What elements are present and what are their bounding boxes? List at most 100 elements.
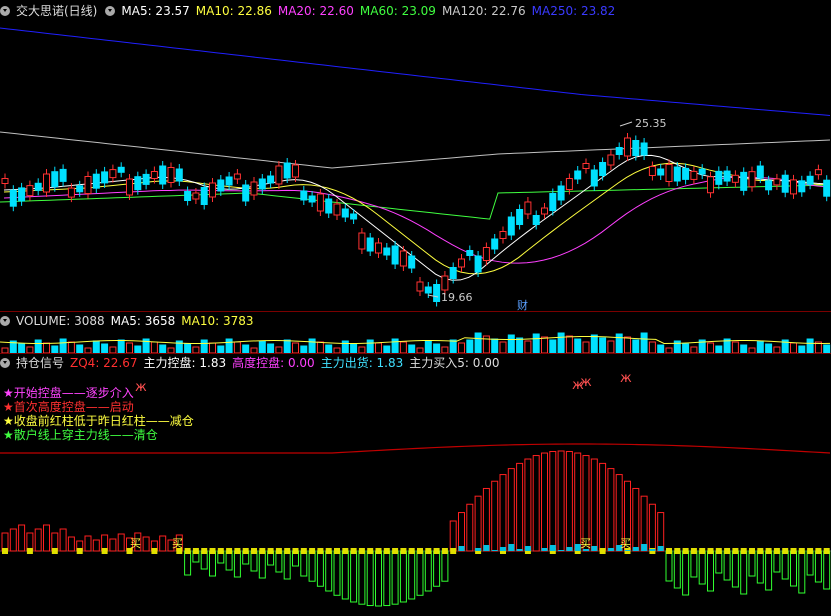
indicator-settings-icon[interactable] [105,6,116,16]
signal-settings-icon[interactable] [0,358,10,368]
volume-value: VOLUME: 3088 [16,314,105,328]
candle-body [391,245,399,265]
signal-bar [350,550,358,603]
yellow-bar [732,548,739,554]
volume-bar [391,338,399,354]
signal-bar [34,528,42,552]
volume-bar [640,332,648,354]
signal-chart[interactable]: ж жж ж买买买买 [0,371,831,616]
volume-bar [532,333,540,354]
yellow-bar [674,548,681,554]
yellow-bar [599,548,606,554]
cyan-bar [549,545,556,551]
yellow-bar [367,548,374,554]
candle-body [482,247,490,261]
signal-bar [325,550,333,592]
signal-bar [673,550,681,589]
signal-bar [59,528,67,552]
signal-bar [599,462,607,552]
signal-bar [109,538,117,552]
candle-body [366,237,374,252]
volume-bar [43,342,50,354]
candle-body [756,165,764,179]
yellow-bar [798,548,805,554]
candle-body [341,208,349,218]
yellow-bar [773,548,780,554]
yellow-bar [392,548,399,554]
buy-label: 买 [580,537,591,550]
candle-body [574,170,582,180]
signal-bar [391,550,399,605]
signal-bar [449,520,457,552]
high-marker-line [619,121,633,127]
yellow-bar [292,548,299,554]
candle-body [466,250,474,256]
volume-chart[interactable] [0,328,831,354]
yellow-bar [226,548,233,554]
candle-body [806,175,814,185]
yellow-bar [325,548,332,554]
volume-bar [549,339,557,354]
signal-bar [640,495,648,552]
volume-bar [383,345,391,354]
candle-body [549,193,557,211]
signal-bar [458,512,465,552]
candle-body [383,247,391,256]
candle-body [101,171,109,184]
yellow-bar [699,548,706,554]
main-chart-header: 交大思诺(日线) MA5: 23.57 MA10: 22.86 MA20: 22.60… [0,3,621,19]
candle-body [682,167,690,180]
volume-bar [449,339,457,354]
zq4-value: ZQ4: 22.67 [70,356,138,370]
candle-body [823,179,831,197]
candle-body [474,255,482,273]
cyan-bar [657,546,664,551]
stock-title: 交大思诺(日线) [16,4,98,18]
candle-body [109,169,117,179]
cyan-bar [649,549,656,551]
candle-body [491,238,499,250]
signal-bar [159,535,167,552]
candle-body [267,175,275,184]
volume-bar [632,339,640,354]
candle-body [84,176,92,194]
candle-body [51,171,59,188]
high-price-label: 25.35 [635,117,667,130]
candle-body [707,176,714,194]
collapse-toggle-icon[interactable] [0,6,10,16]
candle-body [283,162,291,179]
candle-body [300,190,308,201]
candle-body [225,176,233,186]
price-chart[interactable] [0,20,831,310]
volume-bar [806,338,814,354]
candle-body [200,187,208,205]
volume-settings-icon[interactable] [0,316,10,326]
candle-body [665,164,673,182]
candle-body [9,189,17,207]
signal-bar [765,550,773,591]
cyan-bar [524,546,531,551]
volume-bar [574,338,582,354]
candle-body [242,184,250,202]
yellow-bar [807,548,814,554]
signal-bar [607,468,615,552]
signal-bar [715,550,723,574]
volume-bar [823,344,831,354]
signal-bar [375,550,382,607]
signal-bar [416,550,424,596]
candle-body [582,163,590,169]
candle-body [67,187,75,198]
candle-body [648,166,656,176]
signal-bar [756,550,764,584]
yellow-bar [383,548,390,554]
candle-body [524,201,532,215]
signal-bar [184,550,192,576]
signal-header: 持仓信号 ZQ4: 22.67 主力控盘: 1.83 高度控盘: 0.00 主力出货: … [0,355,505,371]
volume-bar [92,340,100,354]
yellow-bar [782,548,789,554]
volume-bar [424,340,432,354]
volume-ma10: MA10: 3783 [181,314,254,328]
yellow-bar [417,548,423,554]
candle-body [26,185,34,197]
cyan-bar [541,548,548,551]
